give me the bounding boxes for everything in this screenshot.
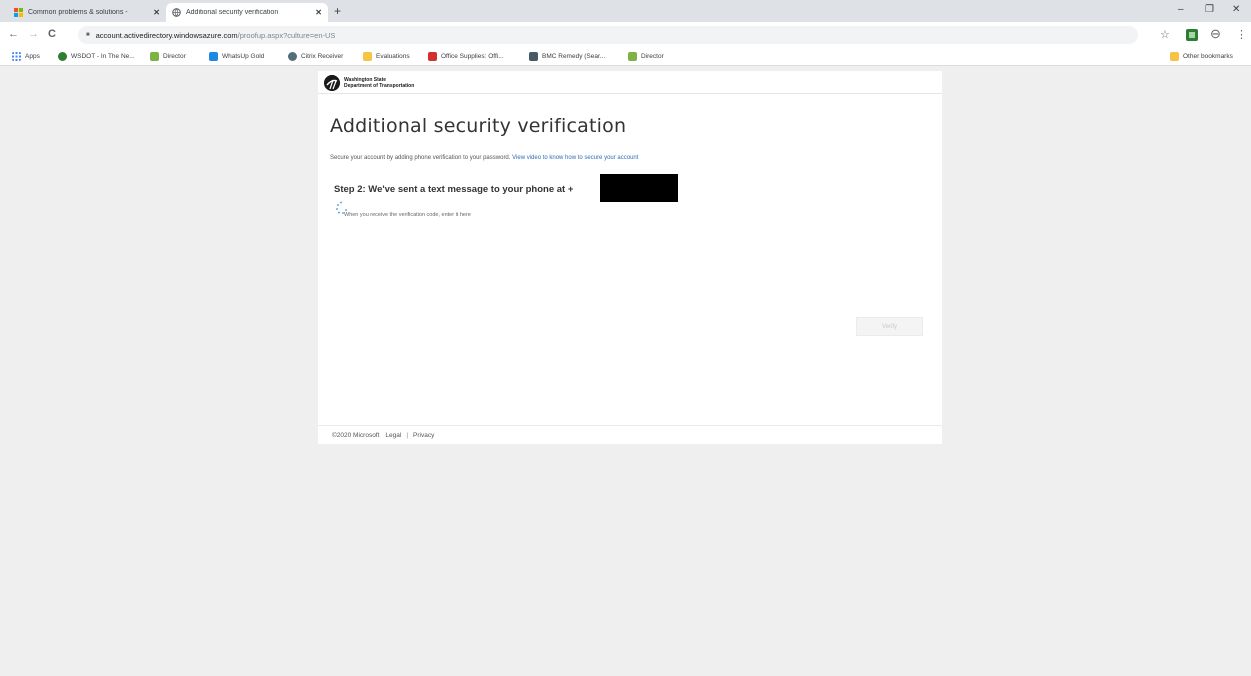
profile-icon[interactable]: ⊖ [1210,26,1221,42]
redacted-phone-number [600,174,678,202]
bookmark-label: Director [163,53,186,60]
bookmark-label: Office Supplies: Offi... [441,53,504,60]
forward-button[interactable]: → [28,28,39,40]
bookmark-star-icon[interactable]: ☆ [1160,28,1170,41]
bookmark-wsdot[interactable]: WSDOT - In The Ne... [58,52,135,61]
restore-button[interactable]: ❐ [1205,4,1214,15]
wsdot-logo-mark-icon [324,75,340,91]
bookmark-director-2[interactable]: Director [628,52,664,61]
bookmark-citrix[interactable]: Citrix Receiver [288,52,343,61]
bookmark-director[interactable]: Director [150,52,186,61]
intro-description: Secure your account by adding phone veri… [330,155,511,161]
whatsup-gold-icon [209,52,218,61]
tab-label: Common problems & solutions - [28,9,128,16]
tab-common-problems[interactable]: Common problems & solutions - ✕ [8,3,166,22]
menu-icon[interactable]: ⋮ [1236,28,1247,41]
office-supplies-icon [428,52,437,61]
close-icon[interactable]: ✕ [153,8,160,17]
back-button[interactable]: ← [8,28,19,40]
close-icon[interactable]: ✕ [315,8,322,17]
director-icon [150,52,159,61]
bookmark-whatsup-gold[interactable]: WhatsUp Gold [209,52,264,61]
lock-icon[interactable]: ■ [86,32,90,38]
verify-button[interactable]: Verify [856,317,923,336]
page-title: Additional security verification [330,115,627,137]
bookmark-bmc-remedy[interactable]: BMC Remedy (Sear... [529,52,605,61]
apps-grid-icon [12,52,21,61]
bookmark-apps[interactable]: Apps [12,52,40,61]
address-bar[interactable]: ■ account.activedirectory.windowsazure.c… [78,26,1138,44]
window-close-button[interactable]: ✕ [1232,4,1240,15]
tab-label: Additional security verification [186,9,279,16]
bookmark-label: BMC Remedy (Sear... [542,53,606,60]
wsdot-logo: Washington State Department of Transport… [324,75,414,91]
citrix-icon [288,52,297,61]
url-path: /proofup.aspx?culture=en-US [237,30,336,40]
folder-icon [1170,52,1179,61]
browser-toolbar: ← → C ■ account.activedirectory.windowsa… [0,22,1251,49]
step-heading: Step 2: We've sent a text message to you… [334,184,574,195]
bookmark-other[interactable]: Other bookmarks [1170,52,1233,61]
bookmark-label: WhatsUp Gold [222,53,265,60]
reload-button[interactable]: C [48,28,56,40]
tab-additional-security[interactable]: Additional security verification ✕ [166,3,328,22]
bookmarks-bar: Apps WSDOT - In The Ne... Director Whats… [0,49,1251,66]
minimize-button[interactable]: – [1178,4,1184,15]
bookmark-evaluations[interactable]: Evaluations [363,52,410,61]
verification-card: Washington State Department of Transport… [318,71,942,444]
globe-favicon-icon [172,8,181,17]
bookmark-label: WSDOT - In The Ne... [71,53,135,60]
bookmark-label: Other bookmarks [1183,53,1233,60]
logo-line-2: Department of Transportation [344,83,415,89]
card-footer: ©2020 Microsoft Legal | Privacy [318,425,942,444]
director-icon [628,52,637,61]
tab-strip: Common problems & solutions - ✕ Addition… [0,0,1251,22]
extension-icon[interactable] [1186,29,1198,41]
new-tab-button[interactable]: + [334,4,341,18]
card-header: Washington State Department of Transport… [318,71,942,94]
grid-favicon-icon [14,8,23,17]
privacy-link[interactable]: Privacy [413,432,434,439]
bookmark-label: Apps [25,53,40,60]
bookmark-label: Evaluations [376,53,410,60]
verification-hint: When you receive the verification code, … [344,212,471,218]
legal-link[interactable]: Legal [385,432,401,439]
footer-separator: | [406,431,409,439]
intro-text: Secure your account by adding phone veri… [330,155,638,161]
bookmark-label: Director [641,53,664,60]
bookmark-label: Citrix Receiver [301,53,344,60]
copyright-text: ©2020 Microsoft [332,431,380,439]
url-host: account.activedirectory.windowsazure.com [95,30,238,40]
bookmark-office-supplies[interactable]: Office Supplies: Offi... [428,52,504,61]
folder-icon [363,52,372,61]
globe-icon [58,52,67,61]
view-video-link[interactable]: View video to know how to secure your ac… [512,155,638,161]
bmc-remedy-icon [529,52,538,61]
